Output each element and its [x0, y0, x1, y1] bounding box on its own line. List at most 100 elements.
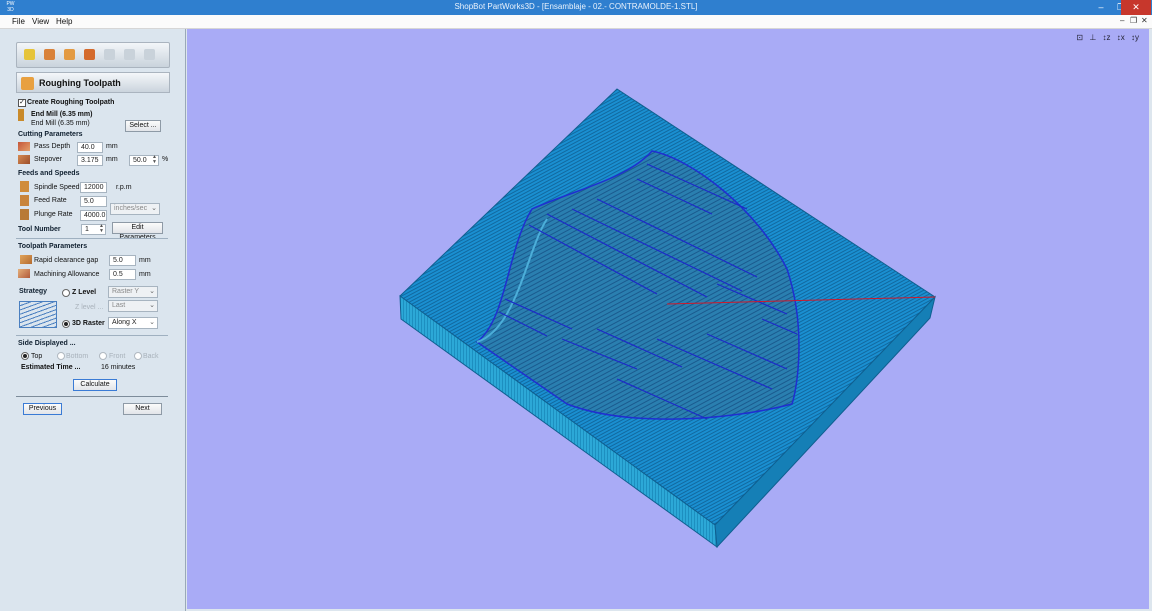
- step-3-button[interactable]: [61, 47, 77, 63]
- chevron-down-icon: ⌄: [149, 319, 155, 326]
- select-tool-button[interactable]: Select ...: [125, 120, 161, 132]
- side-top-label: Top: [31, 353, 43, 360]
- close-button[interactable]: ✕: [1121, 0, 1151, 15]
- title-bar: PW 3D ShopBot PartWorks3D - [Ensamblaje …: [0, 0, 1152, 15]
- rapid-clearance-input[interactable]: 5.0: [109, 255, 136, 266]
- toolpath-preview[interactable]: [187, 29, 1149, 609]
- divider: [16, 238, 168, 239]
- stepover-input[interactable]: 3.175: [77, 155, 103, 166]
- spindle-speed-input[interactable]: 12000: [80, 182, 107, 193]
- rate-units-value: inches/sec: [114, 205, 148, 212]
- step-1-icon: [23, 48, 35, 60]
- create-roughing-label: Create Roughing Toolpath: [27, 99, 115, 106]
- pass-depth-unit: mm: [106, 143, 118, 150]
- side-front-radio[interactable]: [99, 352, 107, 360]
- section-header: Roughing Toolpath: [16, 72, 170, 93]
- finish-pass-select[interactable]: Last ⌄: [108, 300, 158, 312]
- finish-pass-label: Z level ...: [75, 304, 104, 311]
- spin-arrows-icon[interactable]: ▲ ▼: [99, 224, 104, 234]
- side-bottom-radio[interactable]: [57, 352, 65, 360]
- feed-rate-input[interactable]: 5.0: [80, 196, 107, 207]
- side-back-radio[interactable]: [134, 352, 142, 360]
- toolpath-panel: Roughing Toolpath ✓ Create Roughing Tool…: [0, 29, 186, 611]
- strategy-preview-icon: [19, 301, 57, 328]
- machining-allowance-input[interactable]: 0.5: [109, 269, 136, 280]
- tool-number-label: Tool Number: [18, 226, 61, 233]
- percent-symbol: %: [162, 156, 169, 163]
- tool-number-input[interactable]: 1 ▲ ▼: [81, 224, 106, 235]
- z-level-select[interactable]: Raster Y ⌄: [108, 286, 158, 298]
- rate-units-select[interactable]: inches/sec ⌄: [110, 203, 160, 215]
- stepover-percent-value: 50.0: [133, 157, 147, 164]
- stepover-unit: mm: [106, 156, 118, 163]
- mdi-minimize-button[interactable]: –: [1120, 16, 1124, 25]
- toolpath-parameters-title: Toolpath Parameters: [18, 243, 88, 250]
- next-button[interactable]: Next: [123, 403, 162, 415]
- chevron-down-icon: ⌄: [149, 288, 155, 295]
- spin-arrows-icon[interactable]: ▲ ▼: [152, 155, 157, 165]
- z-level-radio[interactable]: [62, 289, 70, 297]
- chevron-down-icon: ⌄: [151, 205, 157, 212]
- raster-direction-value: Along X: [112, 319, 137, 326]
- section-title: Roughing Toolpath: [39, 78, 121, 88]
- stepover-percent-input[interactable]: 50.0 ▲ ▼: [129, 155, 159, 166]
- tool-name: End Mill (6.35 mm): [31, 111, 93, 118]
- finish-pass-value: Last: [112, 302, 126, 309]
- tool-number-value: 1: [85, 226, 89, 233]
- estimated-time-label: Estimated Time ...: [21, 364, 81, 371]
- step-2-button[interactable]: [41, 47, 57, 63]
- side-top-radio[interactable]: [21, 352, 29, 360]
- side-front-label: Front: [109, 353, 126, 360]
- side-back-label: Back: [143, 353, 159, 360]
- raster-direction-select[interactable]: Along X ⌄: [108, 317, 158, 329]
- menu-file[interactable]: File: [12, 17, 25, 26]
- step-1-button[interactable]: [21, 47, 37, 63]
- previous-button[interactable]: Previous: [23, 403, 62, 415]
- rapid-clearance-icon: [20, 255, 32, 264]
- menu-view[interactable]: View: [32, 17, 49, 26]
- side-bottom-label: Bottom: [66, 353, 89, 360]
- roughing-toolpath-icon: [21, 77, 34, 90]
- step-6-button[interactable]: [121, 47, 137, 63]
- feed-rate-icon: [20, 195, 29, 206]
- step-7-icon: [143, 48, 155, 60]
- estimated-time-value: 16 minutes: [101, 364, 136, 371]
- plunge-rate-input[interactable]: 4000.0: [80, 210, 107, 221]
- plunge-rate-icon: [20, 209, 29, 220]
- step-6-icon: [123, 48, 135, 60]
- 3d-raster-label: 3D Raster: [72, 320, 105, 327]
- 3d-viewport[interactable]: ⊡ ⊥ ↕z ↕x ↕y: [187, 29, 1149, 609]
- rapid-clearance-unit: mm: [139, 257, 151, 264]
- spindle-speed-unit: r.p.m: [116, 184, 132, 191]
- edit-parameters-button[interactable]: Edit Parameters: [112, 222, 163, 241]
- step-4-button[interactable]: [81, 47, 97, 63]
- create-roughing-checkbox[interactable]: ✓: [18, 99, 26, 107]
- 3d-raster-radio[interactable]: [62, 320, 70, 328]
- spindle-speed-label: Spindle Speed: [34, 184, 80, 191]
- step-5-button[interactable]: [101, 47, 117, 63]
- pass-depth-input[interactable]: 40.0: [77, 142, 103, 153]
- calculate-button[interactable]: Calculate: [73, 379, 117, 391]
- mdi-restore-button[interactable]: ❐: [1130, 16, 1137, 25]
- step-5-icon: [103, 48, 115, 60]
- step-7-button[interactable]: [141, 47, 157, 63]
- machining-allowance-icon: [18, 269, 30, 278]
- step-4-icon: [83, 48, 95, 60]
- mdi-close-button[interactable]: ✕: [1141, 16, 1148, 25]
- tool-subname: End Mill (6.35 mm): [31, 120, 90, 127]
- menu-help[interactable]: Help: [56, 17, 72, 26]
- pass-depth-label: Pass Depth: [34, 143, 71, 150]
- step-toolbar: [16, 42, 170, 68]
- divider: [16, 335, 168, 336]
- machining-allowance-label: Machining Allowance: [34, 271, 100, 278]
- step-3-icon: [63, 48, 75, 60]
- minimize-button[interactable]: –: [1090, 0, 1112, 15]
- side-displayed-title: Side Displayed ...: [18, 340, 76, 347]
- pass-depth-icon: [18, 142, 30, 151]
- stepover-label: Stepover: [34, 156, 63, 163]
- stepover-icon: [18, 155, 30, 164]
- cutting-parameters-title: Cutting Parameters: [18, 131, 83, 138]
- strategy-label: Strategy: [19, 288, 48, 295]
- menu-bar: File View Help – ❐ ✕: [0, 15, 1152, 29]
- spindle-speed-icon: [20, 181, 29, 192]
